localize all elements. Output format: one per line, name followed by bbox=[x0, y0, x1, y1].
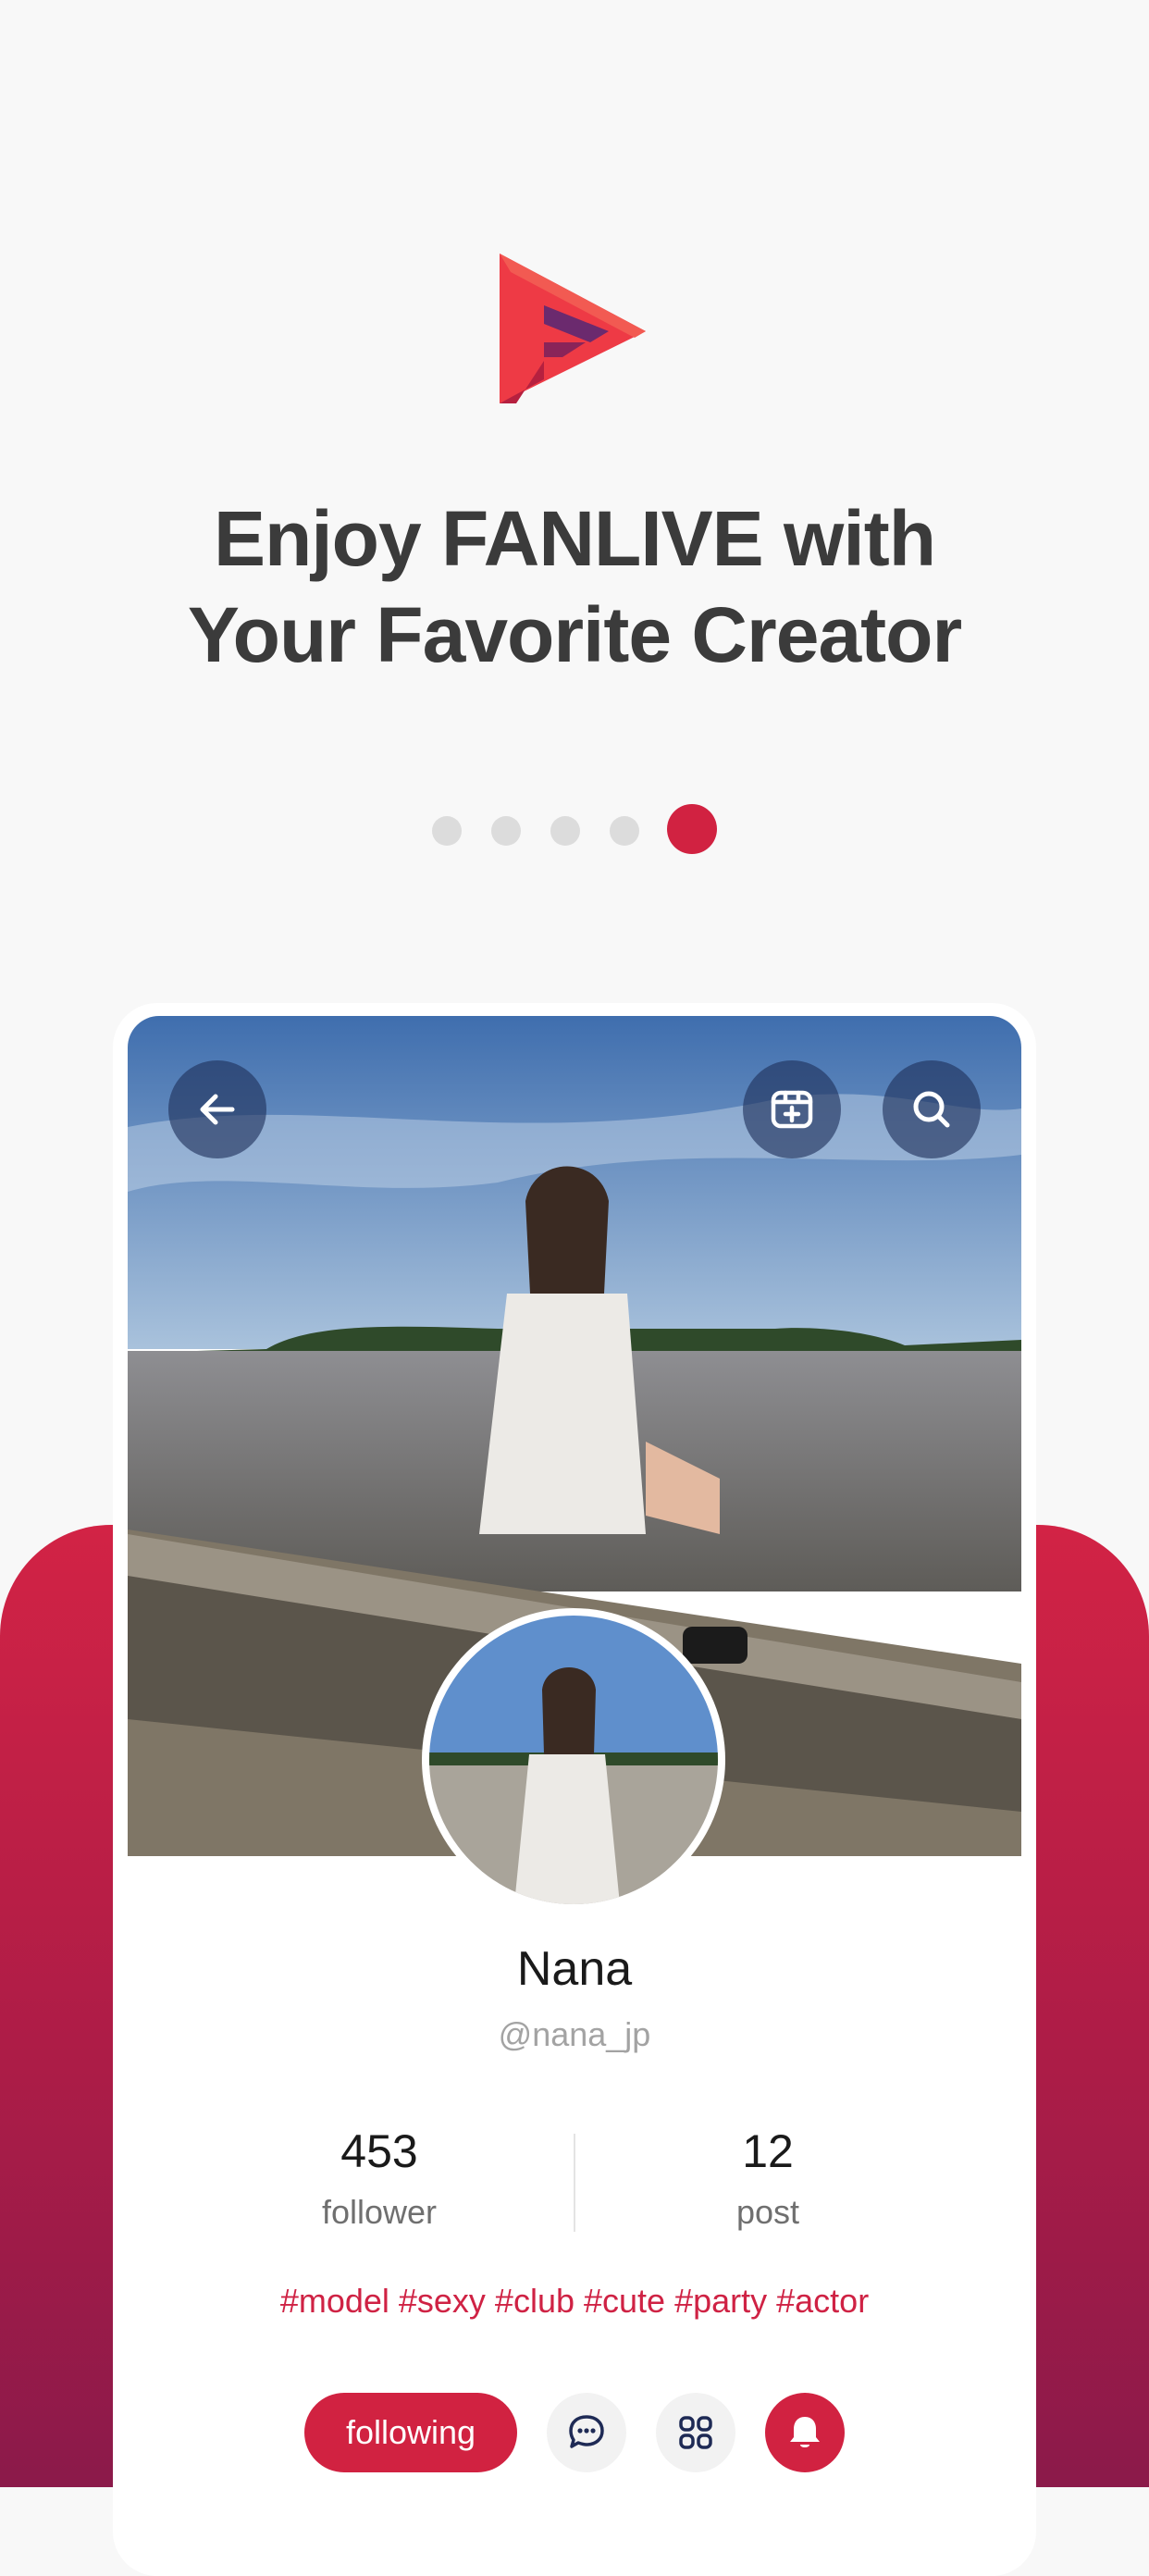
avatar[interactable] bbox=[422, 1608, 725, 1912]
post-label: post bbox=[735, 2193, 800, 2231]
pagination-dot[interactable] bbox=[432, 816, 462, 846]
profile-tags[interactable]: #model #sexy #club #cute #party #actor bbox=[0, 2282, 1149, 2321]
shop-icon bbox=[771, 1090, 813, 1129]
arrow-left-icon bbox=[200, 1094, 235, 1125]
grid-icon bbox=[679, 2416, 712, 2449]
apps-button[interactable] bbox=[656, 2393, 735, 2472]
chat-icon bbox=[569, 2415, 604, 2448]
search-icon bbox=[913, 1091, 950, 1128]
pagination-dot[interactable] bbox=[610, 816, 639, 846]
profile-name: Nana bbox=[516, 1942, 633, 1996]
follower-label: follower bbox=[321, 2193, 438, 2231]
post-count[interactable]: 12 bbox=[629, 2124, 907, 2178]
message-button[interactable] bbox=[547, 2393, 626, 2472]
stats-divider bbox=[574, 2134, 575, 2232]
notify-button[interactable] bbox=[765, 2393, 845, 2472]
follower-count[interactable]: 453 bbox=[241, 2124, 518, 2178]
following-button[interactable]: following bbox=[304, 2393, 517, 2472]
profile-handle: @nana_jp bbox=[498, 2015, 651, 2053]
shop-button[interactable] bbox=[743, 1060, 841, 1158]
back-button[interactable] bbox=[168, 1060, 266, 1158]
onboarding-headline-line2: Your Favorite Creator bbox=[187, 591, 962, 678]
onboarding-headline-line1: Enjoy FANLIVE with bbox=[213, 495, 936, 582]
bell-icon bbox=[790, 2417, 820, 2447]
search-button[interactable] bbox=[883, 1060, 981, 1158]
pagination-dot[interactable] bbox=[491, 816, 521, 846]
pagination-dots bbox=[0, 803, 1149, 855]
pagination-dot-active[interactable] bbox=[667, 804, 717, 854]
fanlive-logo bbox=[500, 254, 646, 403]
pagination-dot[interactable] bbox=[550, 816, 580, 846]
